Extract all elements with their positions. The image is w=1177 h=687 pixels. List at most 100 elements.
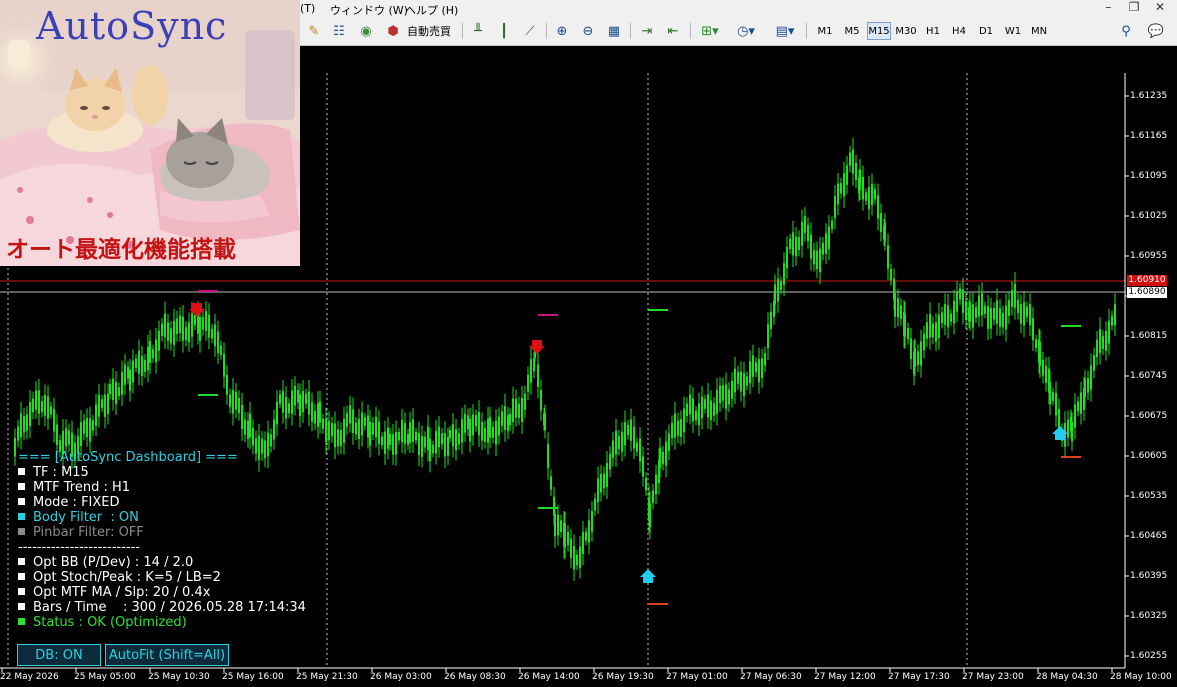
candle-body	[294, 385, 296, 406]
price-tick-label: 1.61095	[1130, 171, 1168, 181]
close-icon[interactable]: ✕	[1149, 0, 1171, 14]
candle-body	[849, 152, 851, 166]
candle-body	[17, 426, 19, 441]
tf-mn[interactable]: MN	[1027, 22, 1051, 40]
candle-body	[83, 420, 85, 434]
search-icon[interactable]: ⚲	[1116, 21, 1136, 41]
candle-body	[389, 433, 391, 445]
price-tick-label: 1.60395	[1130, 571, 1168, 581]
tf-d1[interactable]: D1	[974, 22, 998, 40]
candle-body	[53, 408, 55, 432]
candle-body	[455, 429, 457, 451]
chat-icon[interactable]: 💬	[1144, 21, 1168, 41]
candle-body	[412, 419, 414, 442]
tf-m1[interactable]: M1	[813, 22, 837, 40]
candle-body	[698, 403, 700, 426]
candle-body	[993, 308, 995, 320]
candle-body	[767, 324, 769, 349]
candle-body	[429, 438, 431, 462]
bar-chart-icon[interactable]: ╨	[468, 21, 488, 41]
candle-body	[1108, 320, 1110, 344]
candle-body	[461, 419, 463, 443]
candle-body	[194, 315, 196, 326]
body-filter-value: Body Filter : ON	[33, 510, 139, 525]
candle-body	[20, 413, 22, 438]
candle-body	[716, 389, 718, 414]
candle-body	[639, 438, 641, 462]
db-toggle-button[interactable]: DB: ON	[17, 644, 101, 666]
candle-body	[550, 476, 552, 490]
candle-body	[865, 192, 867, 201]
menu-tools[interactable]: (T)	[300, 2, 315, 15]
candle-body	[285, 396, 287, 419]
tf-m5[interactable]: M5	[840, 22, 864, 40]
candle-body	[719, 385, 721, 404]
market-watch-icon[interactable]: ◉	[356, 21, 376, 41]
tf-h1[interactable]: H1	[921, 22, 945, 40]
candle-body	[401, 419, 403, 443]
candle-body	[855, 163, 857, 180]
candle-body	[378, 421, 380, 445]
candle-body	[621, 432, 623, 452]
candle-body	[910, 338, 912, 359]
autosync-dashboard: === [AutoSync Dashboard] === TF : M15 MT…	[18, 450, 306, 630]
dashboard-row-pinbar-filter: Pinbar Filter: OFF	[18, 525, 306, 540]
candle-body	[962, 289, 964, 313]
indicators-icon[interactable]: ⊞▾	[696, 21, 724, 41]
candle-body	[537, 364, 539, 387]
candle-body	[308, 391, 310, 415]
price-tick-label: 1.61165	[1130, 131, 1168, 141]
candle-body	[375, 416, 377, 438]
chart-shift-icon[interactable]: ⇤	[663, 21, 683, 41]
tf-w1[interactable]: W1	[1001, 22, 1025, 40]
candle-body	[636, 442, 638, 452]
dashboard-row-mtf: MTF Trend : H1	[18, 480, 306, 495]
autosync-promo-image: AutoSync オート最適化機能搭載	[0, 0, 300, 266]
candle-body	[524, 393, 526, 410]
zoom-out-icon[interactable]: ⊖	[578, 21, 598, 41]
candle-body	[923, 333, 925, 351]
line-chart-icon[interactable]: ⟋	[520, 21, 540, 41]
tf-m30[interactable]: M30	[894, 22, 918, 40]
candle-body	[894, 293, 896, 317]
candle-body	[50, 406, 52, 415]
candle-body	[944, 304, 946, 325]
candle-body	[395, 431, 397, 455]
menu-help[interactable]: ヘルプ (H)	[405, 2, 458, 18]
candle-body	[270, 434, 272, 447]
candle-body	[144, 360, 146, 372]
candle-body	[484, 427, 486, 442]
time-tick-label: 28 May 04:30	[1036, 672, 1098, 682]
candle-chart-icon[interactable]: ┃	[494, 21, 514, 41]
auto-trade-icon[interactable]: ⬢	[383, 21, 403, 41]
candle-body	[349, 405, 351, 424]
candle-body	[887, 245, 889, 269]
pencil-icon[interactable]: ✎	[305, 21, 323, 41]
candle-body	[305, 393, 307, 404]
candle-body	[158, 330, 160, 351]
candle-body	[792, 232, 794, 256]
zoom-in-icon[interactable]: ⊕	[552, 21, 572, 41]
restore-icon[interactable]: ❐	[1123, 0, 1145, 14]
auto-trade-button[interactable]: 自動売買	[405, 21, 453, 41]
candle-body	[677, 420, 679, 436]
menu-window[interactable]: ウィンドウ (W)	[330, 2, 408, 18]
candle-body	[238, 398, 240, 414]
candle-body	[987, 306, 989, 329]
candle-body	[984, 305, 986, 315]
tile-windows-icon[interactable]: ▦	[604, 21, 624, 41]
candle-body	[603, 473, 605, 489]
periods-icon[interactable]: ◷▾	[731, 21, 761, 41]
candle-body	[23, 416, 25, 433]
candle-body	[900, 305, 902, 319]
scroll-chart-icon[interactable]: ⇥	[637, 21, 657, 41]
tf-h4[interactable]: H4	[947, 22, 971, 40]
templates-icon[interactable]: ▤▾	[770, 21, 800, 41]
expert-list-icon[interactable]: ☷	[330, 21, 348, 41]
minimize-icon[interactable]: –	[1097, 0, 1119, 14]
autofit-button[interactable]: AutoFit (Shift=All)	[105, 644, 229, 666]
time-tick-label: 28 May 10:00	[1110, 672, 1172, 682]
candle-body	[249, 413, 251, 438]
tf-m15[interactable]: M15	[867, 22, 891, 40]
candle-body	[1011, 289, 1013, 307]
